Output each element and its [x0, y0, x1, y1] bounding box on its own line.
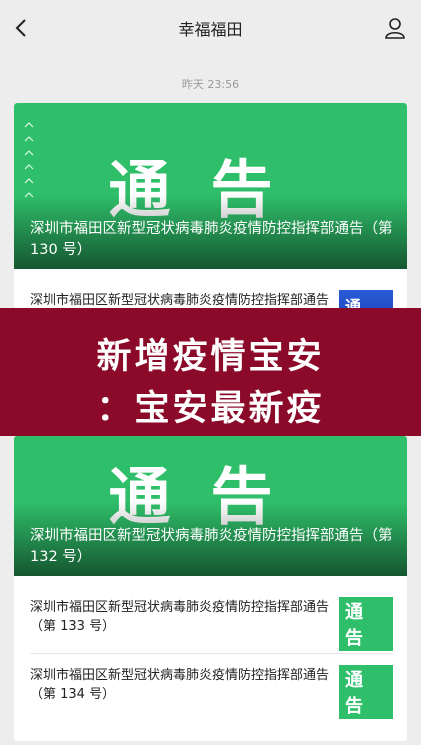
- banner-line-1: 新增疫情宝安: [96, 337, 325, 377]
- list-item[interactable]: 深圳市福田区新型冠状病毒肺炎疫情防控指挥部通告（第 134 号） 通 告: [14, 652, 407, 719]
- article-thumbnail: 通 告: [339, 597, 393, 651]
- article-thumbnail: 通 告: [339, 665, 393, 719]
- article-cover[interactable]: 通告 深圳市福田区新型冠状病毒肺炎疫情防控指挥部通告（第 130 号）: [14, 103, 407, 269]
- article-card: 通告 深圳市福田区新型冠状病毒肺炎疫情防控指挥部通告（第 132 号） 深圳市福…: [14, 436, 407, 741]
- article-title: 深圳市福田区新型冠状病毒肺炎疫情防控指挥部通告（第 134 号）: [30, 668, 330, 702]
- article-thumbnail: 通告: [339, 290, 393, 308]
- overlay-banner: 新增疫情宝安 ：宝安最新疫: [0, 308, 421, 436]
- chevron-left-icon: [15, 19, 26, 37]
- list-item[interactable]: 深圳市福田区新型冠状病毒肺炎疫情防控指挥部通告（第 133 号） 通 告: [14, 584, 407, 651]
- top-bar: 幸福福田: [0, 0, 421, 56]
- page-title: 幸福福田: [178, 20, 243, 39]
- profile-button[interactable]: [383, 16, 407, 40]
- list-item[interactable]: 深圳市福田区新型冠状病毒肺炎疫情防控指挥部通告（第 131 号） 通告: [14, 277, 407, 308]
- article-card: 通告 深圳市福田区新型冠状病毒肺炎疫情防控指挥部通告（第 130 号） 深圳市福…: [14, 103, 407, 308]
- article-title: 深圳市福田区新型冠状病毒肺炎疫情防控指挥部通告（第 133 号）: [30, 600, 330, 634]
- cover-article-title: 深圳市福田区新型冠状病毒肺炎疫情防控指挥部通告（第 132 号）: [30, 528, 393, 565]
- back-button[interactable]: [8, 14, 36, 42]
- message-timestamp: 昨天 23:56: [181, 78, 240, 91]
- banner-line-2: ：宝安最新疫: [96, 389, 325, 429]
- article-cover[interactable]: 通告 深圳市福田区新型冠状病毒肺炎疫情防控指挥部通告（第 132 号）: [14, 436, 407, 576]
- cover-article-title: 深圳市福田区新型冠状病毒肺炎疫情防控指挥部通告（第 130 号）: [30, 221, 393, 258]
- person-icon: [385, 18, 405, 39]
- article-title: 深圳市福田区新型冠状病毒肺炎疫情防控指挥部通告（第 131 号）: [30, 293, 330, 308]
